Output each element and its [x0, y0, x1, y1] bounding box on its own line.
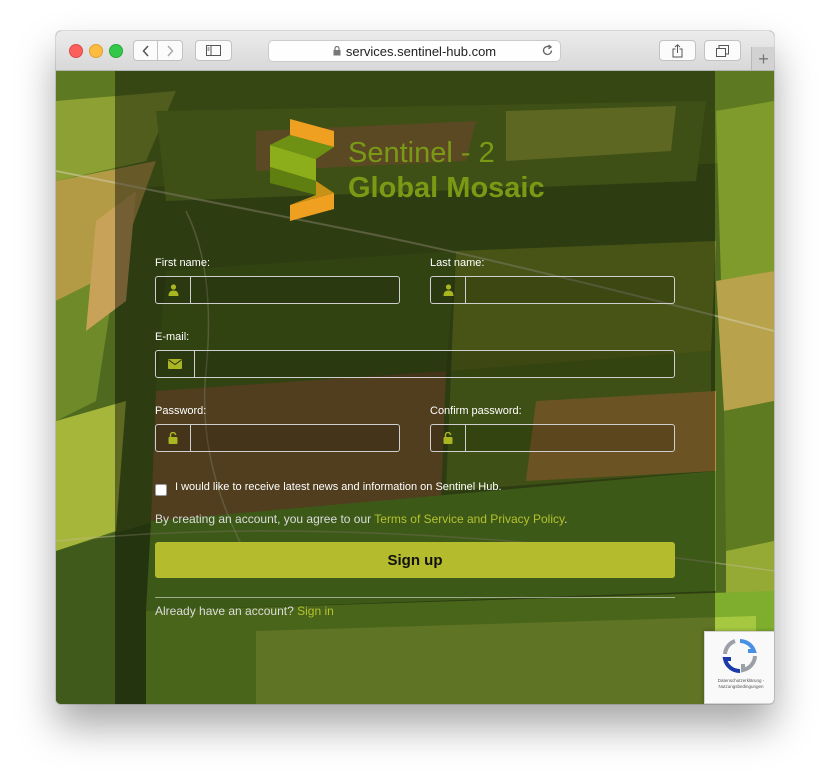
- browser-toolbar: services.sentinel-hub.com +: [56, 31, 774, 71]
- first-name-input[interactable]: [191, 277, 399, 303]
- confirm-password-addon: [431, 425, 466, 451]
- reload-icon[interactable]: [541, 44, 554, 57]
- logo-title-line1: Sentinel - 2: [348, 137, 495, 169]
- terms-link[interactable]: Terms of Service and Privacy Policy: [374, 512, 564, 526]
- lock-icon: [333, 46, 341, 56]
- zoom-window-button[interactable]: [109, 44, 123, 58]
- first-name-label: First name:: [155, 257, 211, 269]
- confirm-password-input[interactable]: [466, 425, 674, 451]
- forward-button[interactable]: [158, 40, 183, 61]
- minimize-window-button[interactable]: [89, 44, 103, 58]
- newsletter-label: I would like to receive latest news and …: [175, 481, 502, 493]
- share-button[interactable]: [659, 40, 696, 61]
- envelope-icon: [168, 359, 182, 369]
- recaptcha-icon: [722, 639, 757, 674]
- recaptcha-footer[interactable]: Datenschutzerklärung - Nutzungsbedingung…: [707, 678, 774, 690]
- new-tab-button[interactable]: +: [751, 47, 774, 70]
- last-name-field: [430, 276, 675, 304]
- email-field: [155, 350, 675, 378]
- terms-suffix: .: [564, 512, 568, 526]
- password-addon: [156, 425, 191, 451]
- last-name-addon: [431, 277, 466, 303]
- user-icon: [443, 284, 453, 296]
- password-field: [155, 424, 400, 452]
- email-input[interactable]: [195, 351, 674, 377]
- sentinel-logo-icon: [270, 119, 334, 221]
- confirm-password-label: Confirm password:: [430, 405, 522, 417]
- first-name-field: [155, 276, 400, 304]
- divider: [155, 597, 675, 598]
- unlock-icon: [168, 432, 178, 444]
- user-icon: [168, 284, 178, 296]
- logo-title-line2: Global Mosaic: [348, 172, 545, 204]
- page-content: Sentinel - 2 Global Mosaic First name: L…: [56, 71, 774, 704]
- chevron-left-icon: [141, 44, 149, 57]
- email-addon: [156, 351, 195, 377]
- terms-text: By creating an account, you agree to our…: [155, 512, 567, 526]
- address-url: services.sentinel-hub.com: [345, 43, 497, 59]
- signin-prefix: Already have an account?: [155, 604, 298, 618]
- show-tabs-button[interactable]: [704, 40, 741, 61]
- plus-icon: +: [758, 48, 769, 69]
- back-button[interactable]: [133, 40, 158, 61]
- last-name-label: Last name:: [430, 257, 485, 269]
- password-label: Password:: [155, 405, 207, 417]
- terms-prefix: By creating an account, you agree to our: [155, 512, 375, 526]
- signin-text: Already have an account? Sign in: [155, 604, 334, 618]
- newsletter-checkbox[interactable]: [155, 484, 167, 496]
- sidebar-icon: [206, 45, 221, 56]
- address-bar[interactable]: services.sentinel-hub.com: [268, 40, 561, 62]
- email-label: E-mail:: [155, 331, 190, 343]
- sign-up-button[interactable]: Sign up: [155, 542, 675, 578]
- last-name-input[interactable]: [466, 277, 674, 303]
- password-input[interactable]: [191, 425, 399, 451]
- close-window-button[interactable]: [69, 44, 83, 58]
- first-name-addon: [156, 277, 191, 303]
- sign-in-link[interactable]: Sign in: [297, 604, 334, 618]
- confirm-password-field: [430, 424, 675, 452]
- chevron-right-icon: [167, 44, 174, 57]
- unlock-icon: [443, 432, 453, 444]
- share-icon: [672, 43, 683, 57]
- browser-window: services.sentinel-hub.com + Sentinel - 2…: [56, 31, 774, 704]
- sidebar-toggle-button[interactable]: [195, 40, 232, 61]
- recaptcha-badge[interactable]: Datenschutzerklärung - Nutzungsbedingung…: [704, 631, 774, 704]
- tabs-icon: [716, 44, 729, 57]
